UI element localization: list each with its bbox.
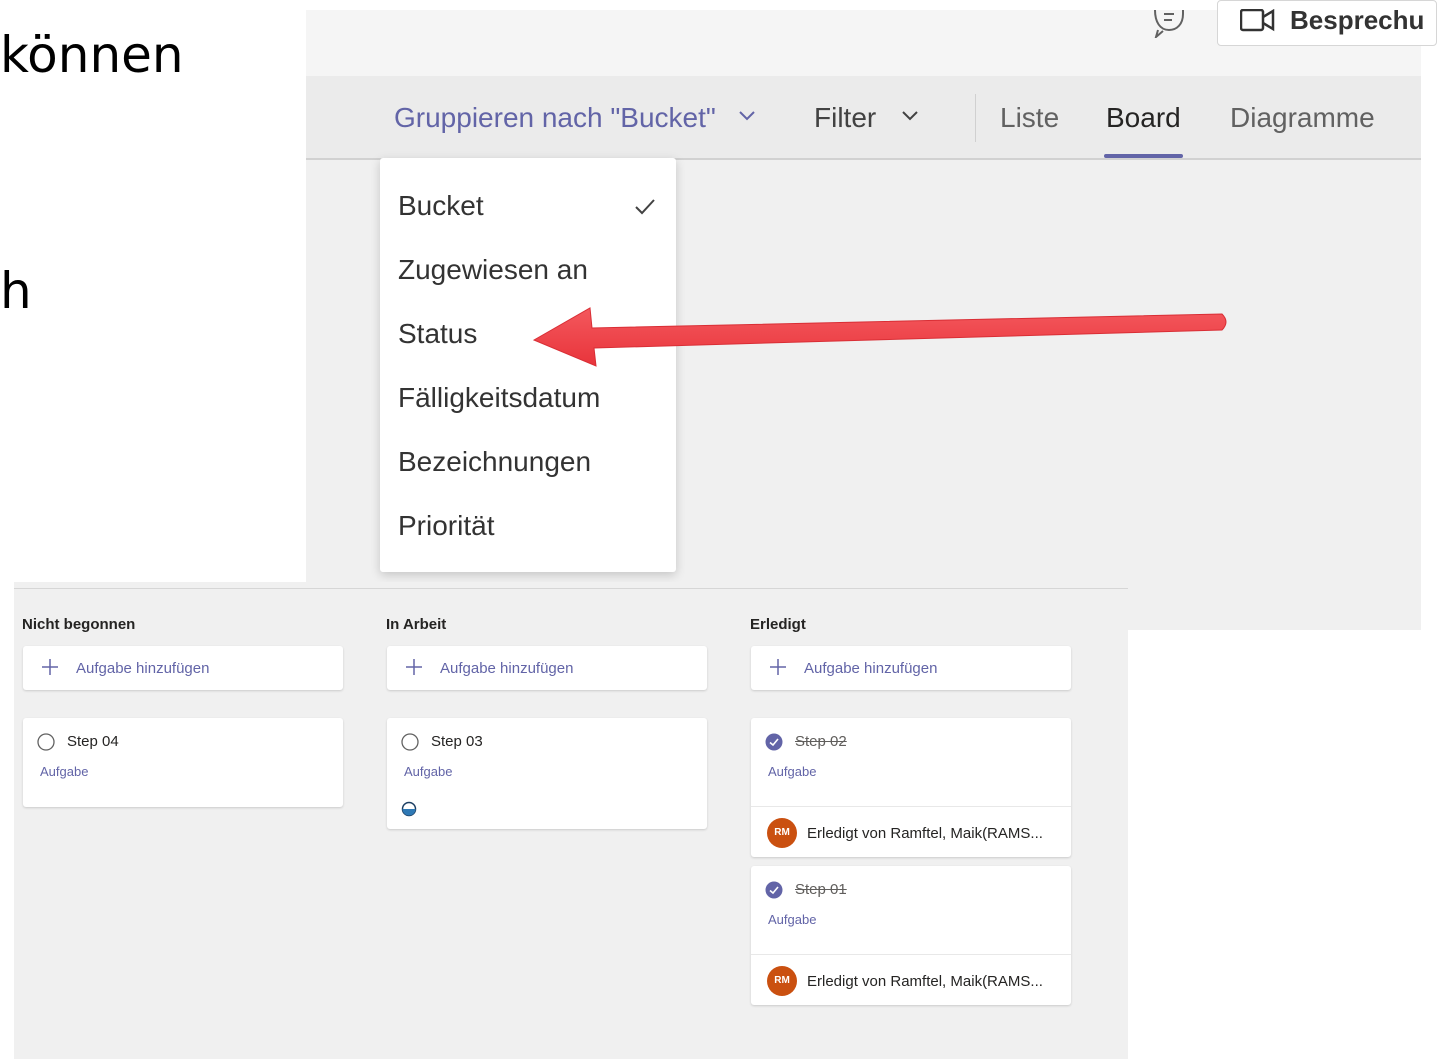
task-bucket: Aufgabe bbox=[404, 764, 453, 779]
slide-text-line-2: h bbox=[0, 262, 32, 320]
column-title: In Arbeit bbox=[386, 616, 447, 633]
add-task-button[interactable]: Aufgabe hinzufügen bbox=[23, 646, 343, 690]
menu-item-status[interactable]: Status bbox=[398, 318, 477, 350]
task-card[interactable]: Step 03 Aufgabe bbox=[387, 718, 707, 829]
chevron-down-icon[interactable] bbox=[901, 110, 919, 122]
completed-check-icon[interactable] bbox=[765, 881, 783, 899]
active-tab-indicator bbox=[1104, 154, 1183, 158]
card-divider bbox=[751, 806, 1071, 807]
meeting-button-label: Besprechu bbox=[1290, 5, 1425, 35]
menu-item-bezeichnungen[interactable]: Bezeichnungen bbox=[398, 446, 591, 478]
in-progress-icon bbox=[401, 801, 417, 817]
column-title: Erledigt bbox=[750, 616, 806, 633]
status-board-screenshot: Nicht begonnen Aufgabe hinzufügen Step 0… bbox=[14, 582, 1128, 1059]
slide-text-line-1: können bbox=[0, 26, 184, 84]
menu-item-faelligkeitsdatum[interactable]: Fälligkeitsdatum bbox=[398, 382, 600, 414]
completed-check-icon[interactable] bbox=[765, 733, 783, 751]
tab-diagramme[interactable]: Diagramme bbox=[1230, 102, 1375, 134]
video-camera-icon bbox=[1240, 9, 1275, 32]
task-card[interactable]: Step 04 Aufgabe bbox=[23, 718, 343, 807]
incomplete-circle-icon[interactable] bbox=[37, 733, 55, 751]
checkmark-icon bbox=[635, 199, 655, 215]
add-task-label: Aufgabe hinzufügen bbox=[440, 660, 574, 677]
task-title: Step 03 bbox=[431, 733, 483, 750]
task-bucket: Aufgabe bbox=[768, 912, 817, 927]
annotation-arrow bbox=[532, 307, 1227, 367]
task-card[interactable]: Step 01 Aufgabe RM Erledigt von Ramftel,… bbox=[751, 866, 1071, 1005]
completed-by-text: Erledigt von Ramftel, Maik(RAMS... bbox=[807, 973, 1043, 990]
meeting-button[interactable]: Besprechu bbox=[1217, 0, 1437, 46]
board-divider bbox=[14, 588, 1128, 589]
incomplete-circle-icon[interactable] bbox=[401, 733, 419, 751]
task-title: Step 04 bbox=[67, 733, 119, 750]
menu-item-bucket[interactable]: Bucket bbox=[398, 190, 484, 222]
menu-item-zugewiesen-an[interactable]: Zugewiesen an bbox=[398, 254, 588, 286]
task-bucket: Aufgabe bbox=[40, 764, 89, 779]
plus-icon bbox=[406, 659, 422, 675]
chat-icon[interactable] bbox=[1152, 10, 1186, 38]
add-task-label: Aufgabe hinzufügen bbox=[76, 660, 210, 677]
avatar: RM bbox=[767, 966, 797, 996]
plus-icon bbox=[770, 659, 786, 675]
add-task-label: Aufgabe hinzufügen bbox=[804, 660, 938, 677]
task-title: Step 02 bbox=[795, 733, 847, 750]
add-task-button[interactable]: Aufgabe hinzufügen bbox=[387, 646, 707, 690]
toolbar-divider bbox=[975, 94, 976, 142]
column-title: Nicht begonnen bbox=[22, 616, 136, 633]
avatar: RM bbox=[767, 818, 797, 848]
task-title: Step 01 bbox=[795, 881, 847, 898]
card-divider bbox=[751, 954, 1071, 955]
menu-item-prioritaet[interactable]: Priorität bbox=[398, 510, 494, 542]
add-task-button[interactable]: Aufgabe hinzufügen bbox=[751, 646, 1071, 690]
task-bucket: Aufgabe bbox=[768, 764, 817, 779]
group-by-dropdown[interactable]: Gruppieren nach "Bucket" bbox=[394, 102, 716, 134]
app-header: Besprechu bbox=[306, 0, 1437, 76]
filter-dropdown[interactable]: Filter bbox=[814, 102, 876, 134]
tab-liste[interactable]: Liste bbox=[1000, 102, 1059, 134]
tab-board[interactable]: Board bbox=[1106, 102, 1181, 134]
chevron-down-icon[interactable] bbox=[738, 110, 756, 122]
completed-by-text: Erledigt von Ramftel, Maik(RAMS... bbox=[807, 825, 1043, 842]
plus-icon bbox=[42, 659, 58, 675]
planner-toolbar: Gruppieren nach "Bucket" Filter Liste Bo… bbox=[306, 76, 1421, 160]
task-card[interactable]: Step 02 Aufgabe RM Erledigt von Ramftel,… bbox=[751, 718, 1071, 857]
